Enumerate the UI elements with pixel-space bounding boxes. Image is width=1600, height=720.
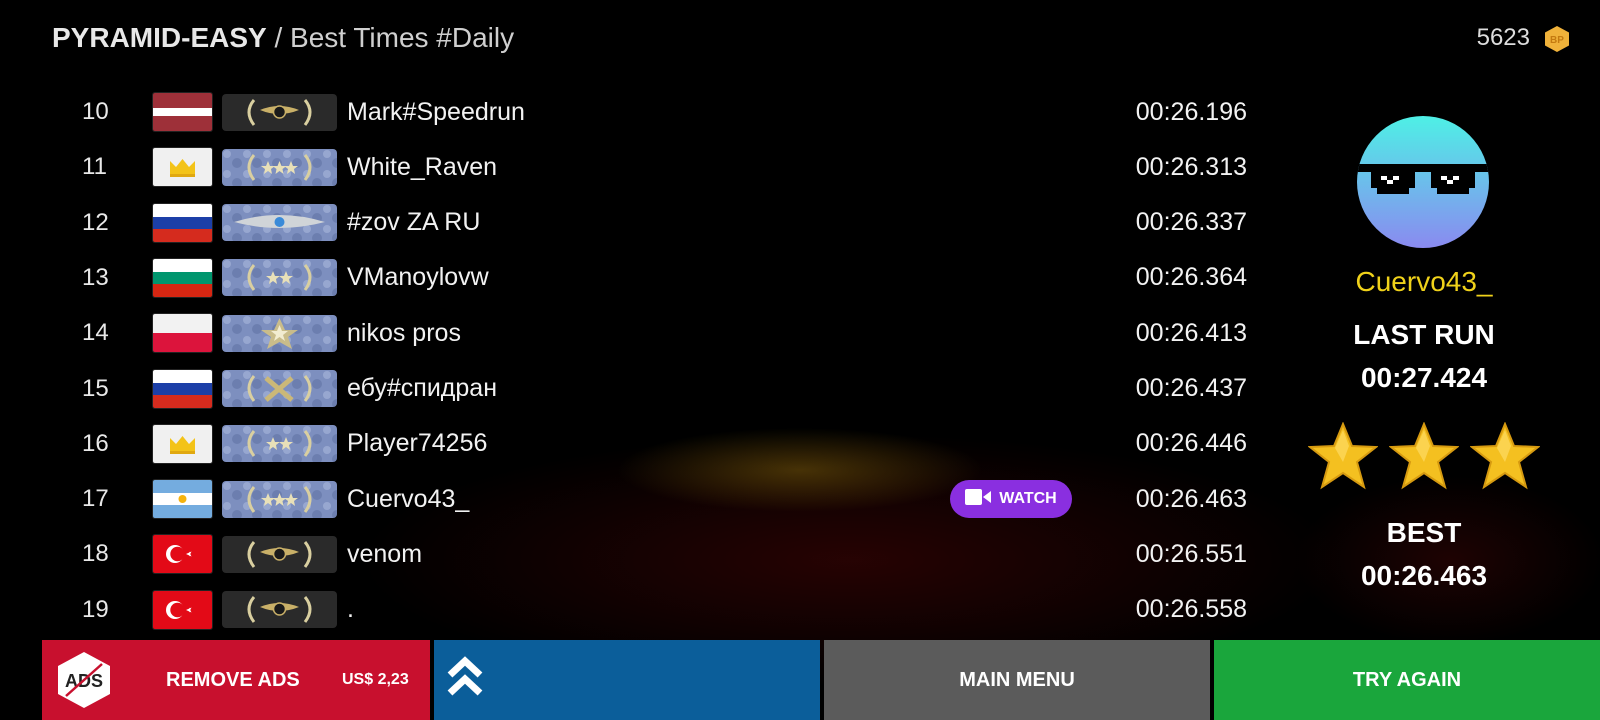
player-name: VManoylovw — [347, 263, 489, 292]
no-ads-icon: ADS — [56, 650, 112, 710]
star-rating — [1307, 421, 1541, 495]
player-time: 00:26.313 — [1135, 152, 1247, 181]
rank-number: 13 — [82, 263, 109, 291]
video-camera-icon — [965, 488, 992, 511]
table-row[interactable]: 12 #zov ZA RU 00:26.337 — [42, 195, 1247, 251]
rank-badge-two-stars-laurel-icon — [222, 259, 337, 297]
player-time: 00:26.558 — [1135, 595, 1247, 624]
rank-badge-silver-wings-icon — [222, 204, 337, 242]
rank-badge-crossed-guns-icon — [222, 370, 337, 407]
rank-badge-gold-eagle-icon — [222, 93, 337, 131]
watch-replay-button[interactable]: WATCH — [950, 480, 1072, 519]
player-name: Player74256 — [347, 429, 488, 458]
player-time: 00:26.196 — [1135, 97, 1247, 126]
scroll-up-button[interactable] — [434, 640, 820, 720]
table-row[interactable]: 19. 00:26.558 — [42, 582, 1247, 638]
player-time: 00:26.337 — [1135, 208, 1247, 237]
best-time: 00:26.463 — [1360, 560, 1488, 591]
flag-russia-icon — [153, 369, 212, 408]
leaderboard-subtitle: / Best Times #Daily — [266, 22, 515, 53]
try-again-label: TRY AGAIN — [1352, 668, 1462, 691]
rank-badge-gold-eagle-icon — [222, 591, 337, 629]
player-name: #zov ZA RU — [347, 208, 481, 237]
player-time: 00:26.364 — [1135, 263, 1247, 292]
table-row[interactable]: 18 venom 00:26.551 — [42, 526, 1247, 582]
remove-ads-price: US$ 2,23 — [342, 671, 409, 688]
player-time: 00:26.551 — [1135, 539, 1247, 568]
player-name: ебу#спидран — [347, 374, 497, 402]
svg-text:BP: BP — [1550, 35, 1564, 46]
table-row[interactable]: 17 Cuervo43_ 00:26.463 WATCH — [42, 471, 1247, 527]
player-name: White_Raven — [347, 152, 498, 181]
player-time: 00:26.413 — [1135, 318, 1247, 347]
flag-crown-icon — [153, 148, 212, 187]
page-title: PYRAMID-EASY / Best Times #Daily — [52, 22, 514, 54]
flag-argentina-icon — [153, 480, 212, 519]
rank-number: 18 — [82, 540, 109, 568]
flag-bulgaria-icon — [153, 258, 212, 297]
bottom-action-bar: ADS REMOVE ADS US$ 2,23 MAIN MENU TRY AG… — [42, 640, 1600, 720]
flag-turkey-icon — [153, 590, 212, 629]
sunglasses-avatar-icon — [1357, 116, 1489, 248]
rank-number: 12 — [82, 208, 109, 236]
rank-number: 19 — [82, 595, 109, 623]
rank-number: 14 — [82, 319, 109, 347]
leaderboard-table[interactable]: 10 Mark#Speedrun 00:26.196 11 White_Raven 00:… — [42, 84, 1247, 640]
star-icon — [1469, 421, 1541, 495]
rank-number: 17 — [82, 485, 109, 513]
table-row[interactable]: 16 Player74256 00:26.446 — [42, 416, 1247, 472]
rank-badge-three-stars-laurel-icon — [222, 148, 337, 186]
hexagon-coin-icon: BP — [1544, 25, 1570, 52]
star-icon — [1388, 421, 1460, 495]
player-name: venom — [347, 539, 423, 568]
player-time: 00:26.446 — [1135, 429, 1247, 458]
best-label: BEST — [1386, 517, 1462, 548]
flag-crown-icon — [153, 424, 212, 463]
player-name: Cuervo43_ — [347, 484, 470, 513]
main-menu-button[interactable]: MAIN MENU — [824, 640, 1210, 720]
rank-badge-gold-eagle-icon — [222, 535, 337, 573]
coin-balance: 5623 BP — [1477, 24, 1570, 52]
last-run-label: LAST RUN — [1353, 319, 1495, 350]
flag-russia-icon — [153, 203, 212, 242]
star-icon — [1307, 421, 1379, 495]
double-chevron-up-icon — [446, 655, 484, 705]
rank-number: 11 — [82, 153, 107, 181]
last-run-time: 00:27.424 — [1360, 362, 1488, 393]
watch-label: WATCH — [999, 490, 1057, 508]
rank-badge-two-stars-laurel-icon — [222, 425, 337, 463]
player-name: Cuervo43_ — [1355, 266, 1493, 297]
rank-number: 15 — [82, 374, 109, 402]
flag-latvia-icon — [153, 93, 212, 131]
player-name: . — [347, 595, 354, 624]
rank-badge-three-stars-laurel-icon — [222, 480, 337, 518]
mode-name: PYRAMID-EASY — [52, 22, 267, 53]
flag-poland-icon — [153, 314, 212, 353]
rank-badge-star-emblem-icon — [222, 314, 337, 352]
player-time: 00:26.437 — [1135, 374, 1247, 402]
rank-number: 10 — [82, 98, 109, 125]
table-row[interactable]: 11 White_Raven 00:26.313 — [42, 139, 1247, 195]
try-again-button[interactable]: TRY AGAIN — [1214, 640, 1600, 720]
coin-amount: 5623 — [1476, 24, 1530, 51]
player-name: Mark#Speedrun — [347, 97, 525, 126]
table-row[interactable]: 10 Mark#Speedrun 00:26.196 — [42, 84, 1247, 140]
flag-turkey-icon — [153, 535, 212, 574]
rank-number: 16 — [82, 429, 109, 457]
table-row[interactable]: 15 ебу#спидран 00:26.437 — [42, 361, 1247, 417]
remove-ads-label: REMOVE ADS — [166, 669, 300, 691]
table-row[interactable]: 14 nikos pros 00:26.413 — [42, 305, 1247, 361]
player-time: 00:26.463 — [1135, 484, 1247, 513]
remove-ads-button[interactable]: ADS REMOVE ADS US$ 2,23 — [42, 640, 430, 720]
player-name: nikos pros — [347, 318, 461, 347]
player-panel: Cuervo43_ LAST RUN 00:27.424 BEST 00:26.… — [1248, 84, 1600, 640]
table-row[interactable]: 13 VManoylovw 00:26.364 — [42, 250, 1247, 306]
main-menu-label: MAIN MENU — [959, 668, 1075, 691]
